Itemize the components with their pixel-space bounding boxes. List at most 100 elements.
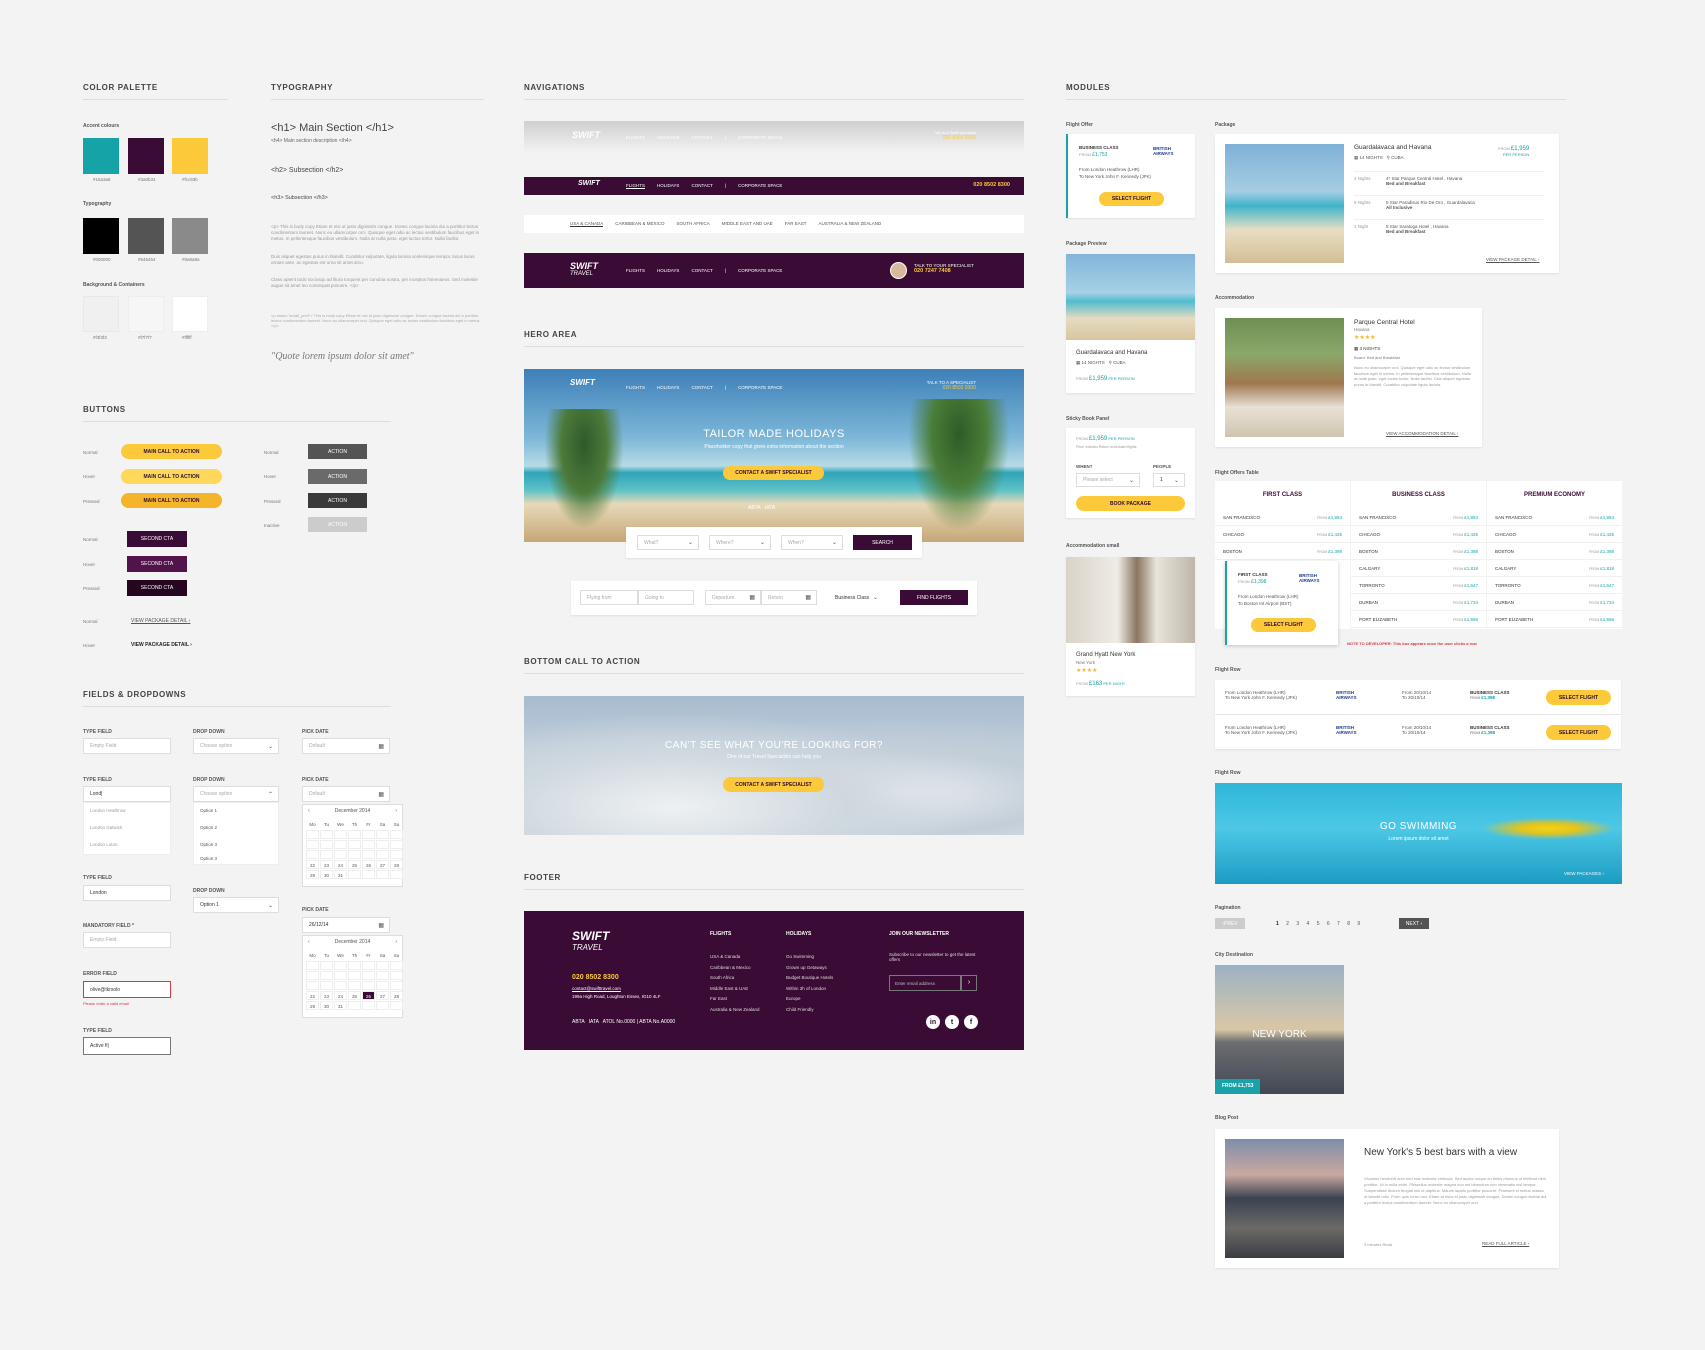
calendar-day[interactable]	[376, 850, 389, 859]
calendar-day[interactable]	[348, 830, 361, 839]
going-to-input[interactable]: Going to	[638, 590, 694, 605]
view-packages-link[interactable]: VIEW PACKAGES ›	[1564, 871, 1604, 876]
go-swimming-banner[interactable]: GO SWIMMING Lorem ipsum dolor sit amet V…	[1215, 783, 1622, 884]
table-row[interactable]: CHICAGO FROM £1,425	[1351, 526, 1486, 543]
accommodation-small-card[interactable]: Grand Hyatt New York New York ★★★★ FROM …	[1066, 557, 1195, 696]
date-field-filled[interactable]: 26/12/14 ▦	[302, 917, 390, 933]
footer-link[interactable]: Budget Boutique Hotels	[786, 973, 833, 984]
calendar-day[interactable]	[362, 840, 375, 849]
calendar-day[interactable]	[334, 971, 347, 980]
calendar-day[interactable]	[348, 850, 361, 859]
departure-input[interactable]: Departure ▦	[705, 590, 761, 605]
next-button[interactable]: NEXT ›	[1399, 918, 1429, 929]
calendar-day[interactable]	[362, 961, 375, 970]
table-row[interactable]: DURBAN FROM £1,734	[1351, 594, 1486, 611]
table-row[interactable]: CALGARY FROM £1,818	[1351, 560, 1486, 577]
logo[interactable]: SWIFT	[570, 378, 595, 387]
calendar-day[interactable]	[362, 830, 375, 839]
prev-month-icon[interactable]: ‹	[308, 939, 310, 945]
nav-item-holidays[interactable]: HOLIDAYS	[657, 135, 679, 140]
blog-title[interactable]: New York's 5 best bars with a view	[1364, 1147, 1517, 1158]
calendar-day[interactable]: 31	[334, 1001, 347, 1010]
date-field[interactable]: Default ▦	[302, 786, 390, 802]
nav-item-contact[interactable]: CONTACT	[691, 268, 712, 273]
sub-nav-item[interactable]: AUSTRALIA & NEW ZEALAND	[819, 221, 882, 226]
what-select[interactable]: What? ⌄	[637, 535, 699, 550]
footer-link[interactable]: Far East	[710, 994, 760, 1005]
table-row[interactable]: PORT ELIZABETH FROM £1,566	[1351, 611, 1486, 628]
calendar-day[interactable]: 27	[376, 991, 389, 1000]
error-field[interactable]: olive@tkrsolo	[83, 981, 171, 998]
dropdown-option[interactable]: Option 3	[194, 837, 278, 854]
newsletter-email-input[interactable]: Enter email address	[889, 975, 961, 991]
calendar-day[interactable]: 24	[334, 991, 347, 1000]
calendar-day[interactable]: 30	[320, 870, 333, 879]
calendar-day[interactable]: 25	[348, 860, 361, 869]
calendar-day[interactable]: 26	[362, 860, 375, 869]
table-row[interactable]: BOSTON FROM £1,398	[1351, 543, 1486, 560]
logo[interactable]: SWIFT	[572, 130, 600, 140]
calendar-day[interactable]: 27	[376, 860, 389, 869]
footer-link[interactable]: Child Friendly	[786, 1005, 833, 1016]
calendar-day[interactable]	[348, 1001, 361, 1010]
calendar-day[interactable]	[320, 981, 333, 990]
calendar-day[interactable]	[306, 981, 319, 990]
mandatory-field[interactable]: Empty Field	[83, 932, 171, 948]
calendar-day[interactable]	[390, 870, 403, 879]
search-button[interactable]: SEARCH	[853, 535, 912, 550]
calendar-day[interactable]	[306, 850, 319, 859]
table-row[interactable]: SAN FRANCISCO FROM £1,853	[1487, 509, 1622, 526]
table-row[interactable]: SAN FRANCISCO FROM £1,853	[1351, 509, 1486, 526]
autocomplete-field[interactable]: Lond|	[83, 786, 171, 802]
table-row[interactable]: CHICAGO FROM £1,425	[1215, 526, 1350, 543]
active-field[interactable]: Active fi|	[83, 1037, 171, 1055]
table-row[interactable]: CALGARY FROM £1,818	[1487, 560, 1622, 577]
prev-month-icon[interactable]: ‹	[308, 808, 310, 814]
nav-phone[interactable]: 020 8502 8300	[973, 182, 1010, 188]
calendar-day[interactable]	[390, 981, 403, 990]
calendar-day[interactable]	[320, 840, 333, 849]
calendar-day[interactable]	[376, 1001, 389, 1010]
footer-link[interactable]: Australia & New Zealand	[710, 1005, 760, 1016]
calendar-day[interactable]	[348, 840, 361, 849]
calendar-day[interactable]	[390, 1001, 403, 1010]
find-flights-button[interactable]: FIND FLIGHTS	[900, 590, 968, 605]
sub-nav-item[interactable]: USA & CANADA	[570, 221, 604, 227]
calendar-day[interactable]	[376, 830, 389, 839]
view-package-link[interactable]: VIEW PACKAGE DETAIL ›	[1486, 257, 1539, 262]
city-image[interactable]: NEW YORK FROM £1,753	[1215, 965, 1344, 1094]
select-flight-button[interactable]: SELECT FLIGHT	[1251, 618, 1316, 632]
nav-item-flights[interactable]: FLIGHTS	[626, 385, 645, 390]
sub-nav-item[interactable]: MIDDLE EAST AND UAE	[722, 221, 773, 226]
table-row[interactable]: DURBAN FROM £1,734	[1487, 594, 1622, 611]
calendar-day[interactable]	[390, 850, 403, 859]
calendar-day[interactable]: 22	[306, 991, 319, 1000]
calendar-day[interactable]	[306, 830, 319, 839]
table-row[interactable]: TORRONTO FROM £1,647	[1351, 577, 1486, 594]
table-row[interactable]: TORRONTO FROM £1,647	[1487, 577, 1622, 594]
action-button[interactable]: ACTION	[308, 444, 367, 459]
main-cta-button-hover[interactable]: MAIN CALL TO ACTION	[121, 469, 222, 484]
calendar-day[interactable]: 24	[334, 860, 347, 869]
action-button-pressed[interactable]: ACTION	[308, 493, 367, 508]
footer-link[interactable]: Grown up Getaways	[786, 963, 833, 974]
next-month-icon[interactable]: ›	[395, 808, 397, 814]
sub-nav-item[interactable]: FAR EAST	[785, 221, 807, 226]
where-select[interactable]: Where? ⌄	[709, 535, 771, 550]
facebook-icon[interactable]: f	[964, 1015, 978, 1029]
calendar-day[interactable]: 22	[306, 860, 319, 869]
people-select[interactable]: 1 ⌄	[1153, 473, 1185, 487]
sub-nav-item[interactable]: CARIBBEAN & MEXICO	[615, 221, 664, 226]
hero-cta-button[interactable]: CONTACT A SWIFT SPECIALIST	[723, 466, 824, 480]
calendar-grid[interactable]: Mo Tu We Th Fr Sa Su 22 23 24 25 26 27 28 29 30 31	[303, 817, 403, 882]
dropdown-filled[interactable]: Option 1 ⌄	[193, 897, 279, 913]
footer-link[interactable]: Go Swimming	[786, 952, 833, 963]
calendar-day[interactable]: 29	[306, 870, 319, 879]
nav-item-contact[interactable]: CONTACT	[691, 183, 712, 188]
dropdown-option[interactable]: Option 1	[194, 803, 278, 820]
table-row[interactable]: CHICAGO FROM £1,425	[1487, 526, 1622, 543]
footer-link[interactable]: Europe	[786, 994, 833, 1005]
twitter-icon[interactable]: t	[945, 1015, 959, 1029]
footer-link[interactable]: USA & Canada	[710, 952, 760, 963]
view-package-link-hover[interactable]: VIEW PACKAGE DETAIL ›	[131, 642, 192, 648]
